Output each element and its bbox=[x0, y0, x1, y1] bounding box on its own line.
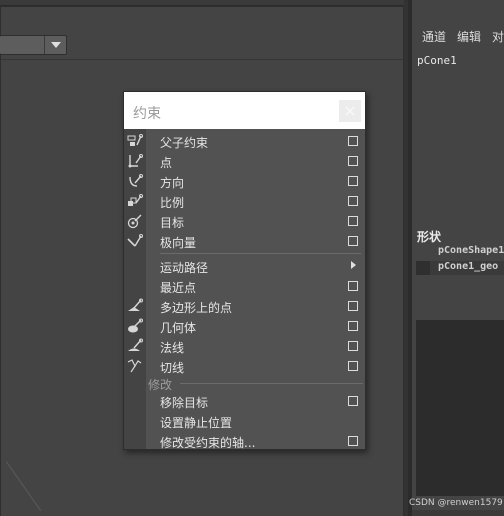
menu-object[interactable]: 对 bbox=[492, 28, 504, 45]
scale-constraint-icon bbox=[128, 194, 143, 206]
watermark: CSDN @renwen1579 bbox=[409, 498, 503, 508]
menu-title: 约束 bbox=[133, 106, 161, 122]
shape-item[interactable]: pCone1_geo bbox=[416, 261, 504, 275]
option-box[interactable] bbox=[348, 301, 358, 311]
option-box[interactable] bbox=[348, 321, 358, 331]
option-box[interactable] bbox=[348, 196, 358, 206]
close-icon bbox=[345, 106, 355, 116]
option-box[interactable] bbox=[348, 281, 358, 291]
panel-dropdown[interactable] bbox=[0, 35, 67, 55]
option-box[interactable] bbox=[348, 156, 358, 166]
object-name[interactable]: pCone1 bbox=[417, 54, 457, 67]
normal-constraint-icon bbox=[128, 338, 143, 351]
section-modify: 修改 bbox=[148, 375, 363, 392]
tangent-constraint-icon bbox=[127, 359, 142, 373]
option-box[interactable] bbox=[348, 436, 358, 446]
shapes-heading: 形状 bbox=[417, 230, 442, 244]
point-on-poly-icon bbox=[128, 298, 143, 311]
constrain-menu: 约束 父子约束 点 方向 比例 目标 极向量 运动路径 最近点 多边形上的点 几… bbox=[123, 91, 366, 450]
menu-item-parent[interactable]: 父子约束 bbox=[124, 131, 365, 151]
menu-edit[interactable]: 编辑 bbox=[457, 28, 481, 45]
option-box[interactable] bbox=[348, 236, 358, 246]
option-box[interactable] bbox=[348, 136, 358, 146]
submenu-arrow-icon bbox=[351, 261, 356, 269]
menu-item-closest-point[interactable]: 最近点 bbox=[124, 276, 365, 296]
menu-item-remove-target[interactable]: 移除目标 bbox=[124, 391, 365, 411]
menu-item-normal[interactable]: 法线 bbox=[124, 336, 365, 356]
chevron-down-icon[interactable] bbox=[44, 36, 66, 54]
channel-box: 通道 编辑 对 pCone1 形状 pConeShape1 pCone1_geo bbox=[412, 0, 504, 516]
menu-header: 约束 bbox=[124, 92, 365, 129]
option-box[interactable] bbox=[348, 216, 358, 226]
option-box[interactable] bbox=[348, 396, 358, 406]
geometry-constraint-icon bbox=[128, 318, 143, 333]
shape-item[interactable]: pConeShape1 bbox=[416, 245, 504, 259]
pole-vector-icon bbox=[127, 234, 143, 247]
menu-item-tangent[interactable]: 切线 bbox=[124, 356, 365, 376]
section-divider bbox=[180, 383, 363, 384]
menu-item-geometry[interactable]: 几何体 bbox=[124, 316, 365, 336]
menu-item-motion-path[interactable]: 运动路径 bbox=[124, 256, 365, 276]
menu-channels[interactable]: 通道 bbox=[422, 28, 446, 45]
menu-item-modify-constrained-axis[interactable]: 修改受约束的轴... bbox=[124, 431, 365, 451]
option-box[interactable] bbox=[348, 176, 358, 186]
menu-item-orient[interactable]: 方向 bbox=[124, 171, 365, 191]
menu-item-point-on-poly[interactable]: 多边形上的点 bbox=[124, 296, 365, 316]
orient-constraint-icon bbox=[129, 174, 143, 187]
channel-box-menubar: 通道 编辑 对 bbox=[422, 28, 504, 45]
menu-item-point[interactable]: 点 bbox=[124, 151, 365, 171]
menu-item-aim[interactable]: 目标 bbox=[124, 211, 365, 231]
option-box[interactable] bbox=[348, 341, 358, 351]
aim-constraint-icon bbox=[127, 214, 142, 229]
viewport-toolbar bbox=[0, 27, 403, 57]
menu-divider bbox=[160, 253, 361, 254]
option-box[interactable] bbox=[348, 361, 358, 371]
bottom-tab-strip bbox=[412, 510, 504, 516]
parent-constraint-icon bbox=[127, 134, 143, 146]
close-button[interactable] bbox=[339, 100, 361, 122]
menu-item-pole-vector[interactable]: 极向量 bbox=[124, 231, 365, 251]
point-constraint-icon bbox=[128, 154, 143, 168]
menu-item-scale[interactable]: 比例 bbox=[124, 191, 365, 211]
layer-editor-area bbox=[416, 320, 504, 496]
menu-item-set-rest-position[interactable]: 设置静止位置 bbox=[124, 411, 365, 431]
